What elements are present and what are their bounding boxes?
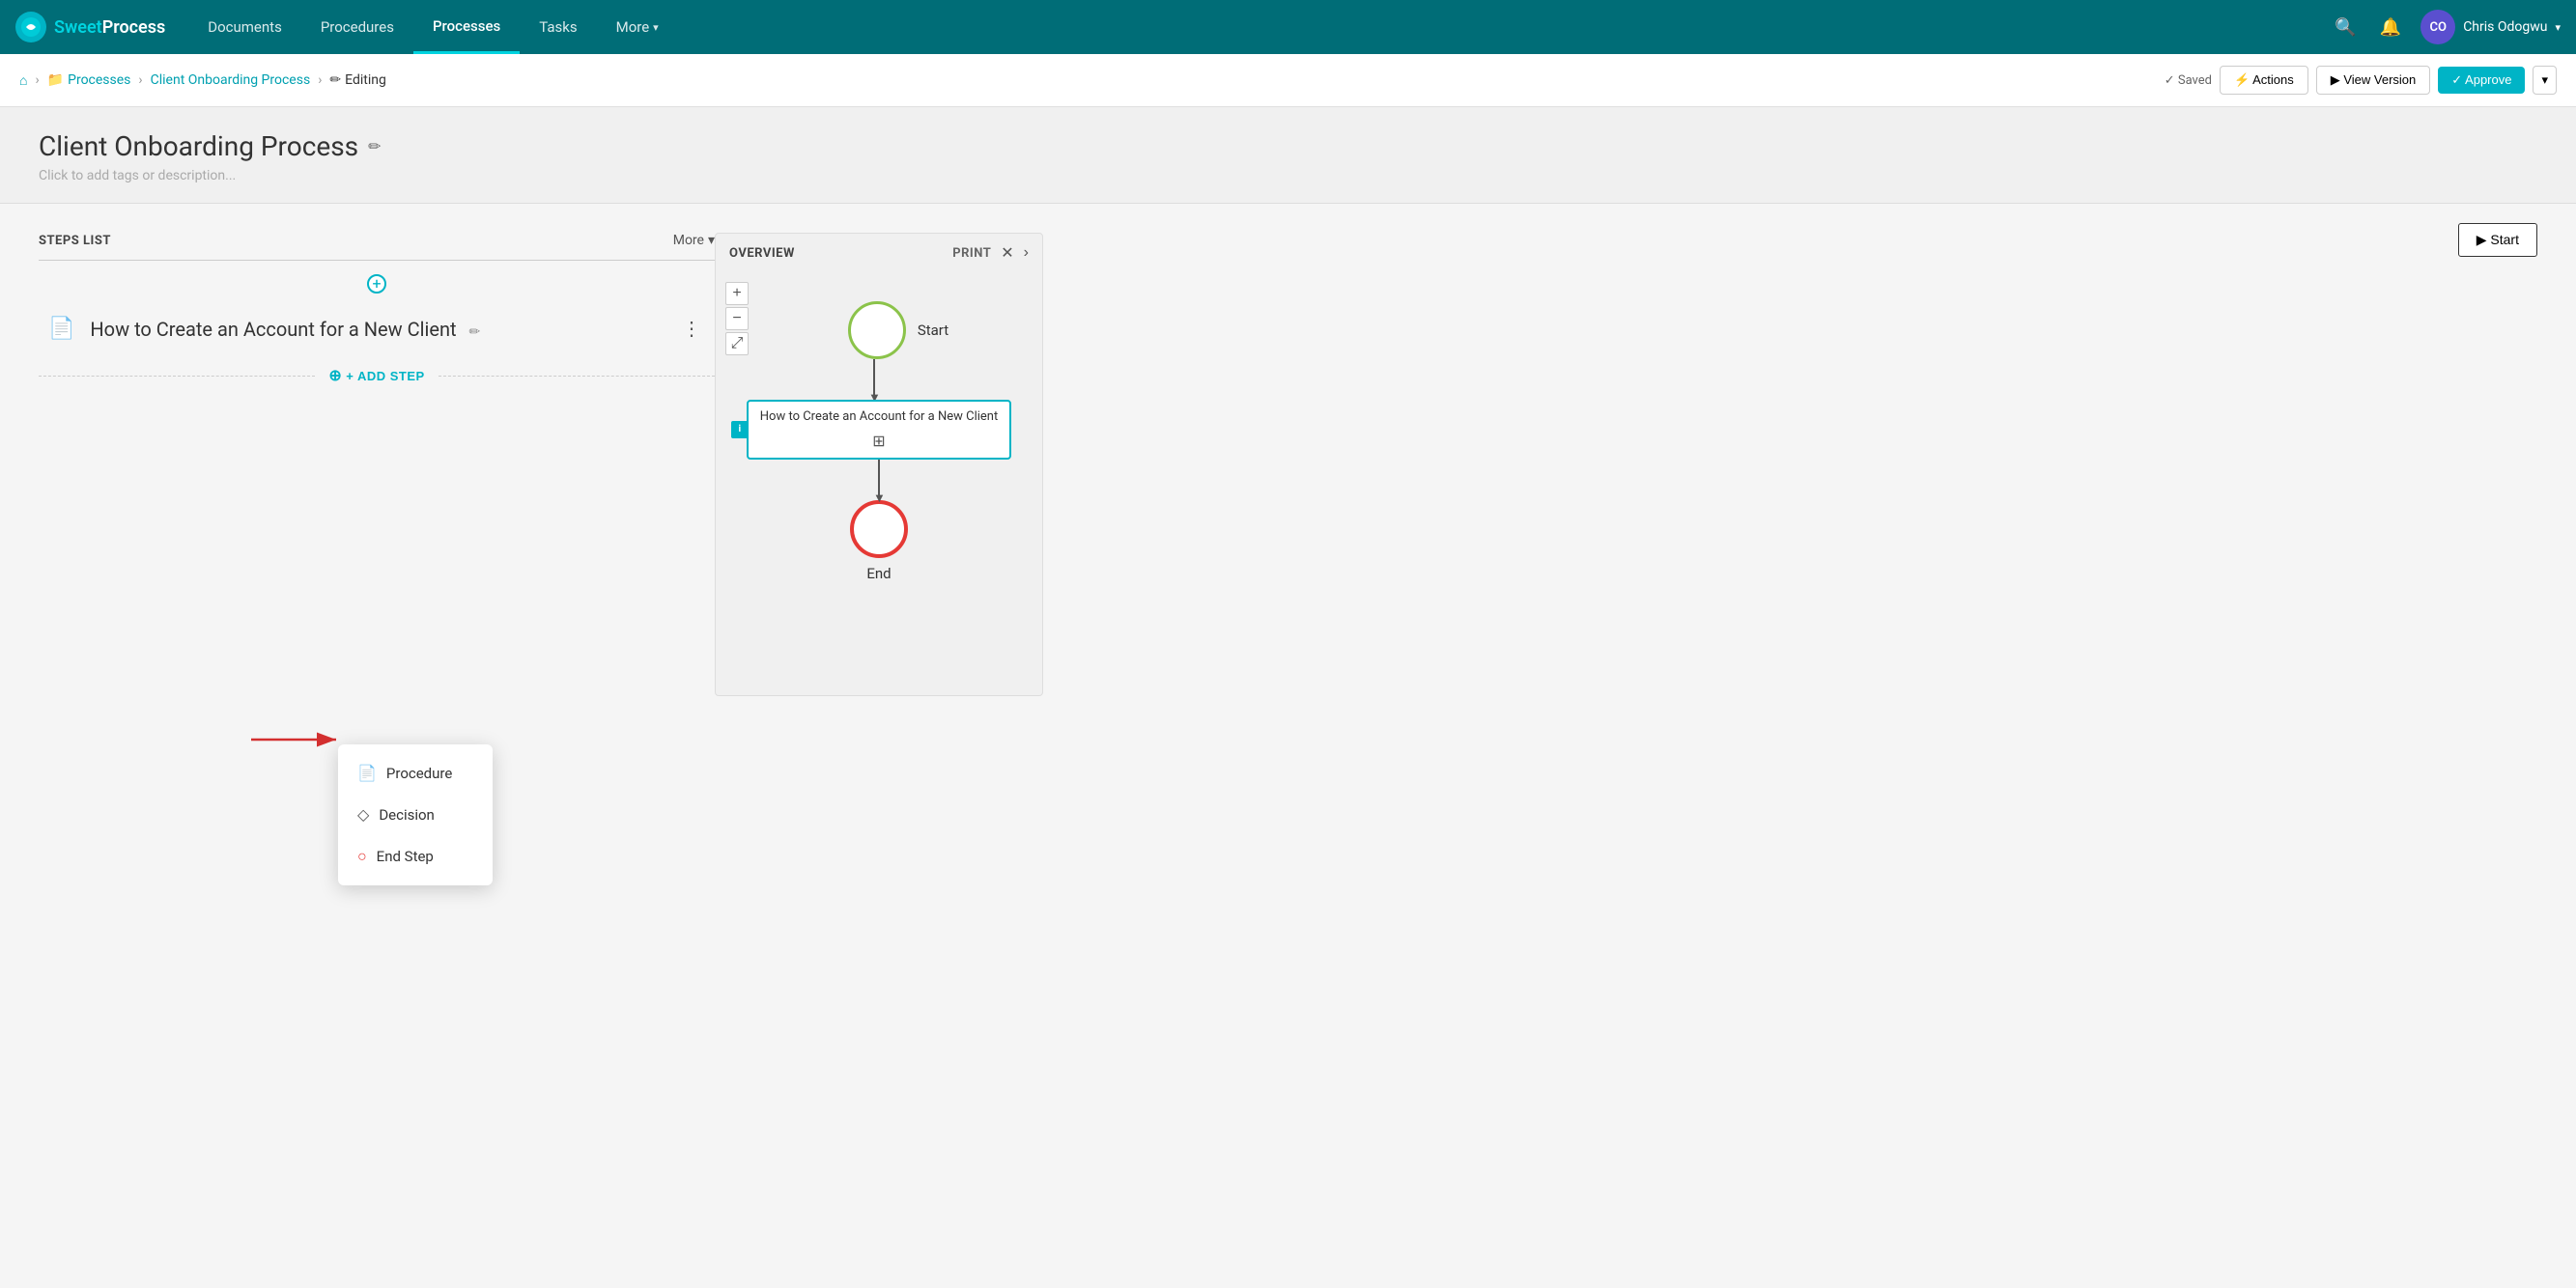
add-step-label-row: ⊕ + ADD STEP — [39, 358, 715, 393]
step-document-icon: 📄 — [48, 317, 74, 341]
flow-start-node — [848, 301, 906, 359]
logo-text: SweetProcess — [54, 17, 165, 38]
logo[interactable]: SweetProcess — [15, 12, 165, 42]
decision-icon: ◇ — [357, 805, 369, 824]
user-menu[interactable]: CO Chris Odogwu ▾ — [2420, 10, 2561, 44]
overview-panel: OVERVIEW print ✕ › + − ⤢ Start ▼ — [715, 233, 1043, 696]
add-step-top: + — [39, 268, 715, 299]
logo-icon — [15, 12, 46, 42]
process-name-link[interactable]: Client Onboarding Process — [151, 72, 311, 88]
red-arrow-indicator — [251, 720, 348, 763]
divider — [39, 260, 715, 261]
sep3: › — [318, 72, 322, 88]
user-name: Chris Odogwu — [2463, 19, 2547, 35]
title-edit-icon[interactable]: ✏ — [368, 137, 381, 155]
end-step-label: End Step — [377, 848, 434, 865]
main-header: Client Onboarding Process ✏ Click to add… — [0, 107, 2576, 204]
approve-dropdown-button[interactable]: ▾ — [2533, 66, 2557, 95]
breadcrumb-actions: ✓ Saved ⚡ Actions ▶ View Version ✓ Appro… — [2165, 66, 2557, 95]
breadcrumb: ⌂ › 📁Processes › Client Onboarding Proce… — [0, 54, 2576, 107]
overview-expand-button[interactable]: › — [1024, 244, 1029, 262]
print-button[interactable]: print — [952, 246, 991, 261]
nav-more[interactable]: More ▾ — [597, 0, 678, 54]
saved-status: ✓ Saved — [2165, 73, 2212, 88]
zoom-out-button[interactable]: − — [725, 307, 749, 330]
overview-close-button[interactable]: ✕ — [1001, 243, 1013, 263]
sep2: › — [138, 72, 142, 88]
dropdown-decision[interactable]: ◇ Decision — [338, 794, 493, 835]
nav-actions: 🔍 🔔 CO Chris Odogwu ▾ — [2331, 10, 2561, 44]
actions-button[interactable]: ⚡ Actions — [2220, 66, 2308, 95]
flow-start-label: Start — [918, 322, 948, 339]
nav-links: Documents Procedures Processes Tasks Mor… — [188, 0, 2331, 54]
steps-panel: STEPS LIST More ▾ + 📄 How to Create an A… — [39, 233, 715, 696]
home-link[interactable]: ⌂ — [19, 72, 27, 89]
steps-list-title: STEPS LIST — [39, 234, 111, 248]
chevron-down-icon: ▾ — [708, 233, 715, 248]
chevron-down-icon: ▾ — [2555, 21, 2561, 34]
end-step-icon: ○ — [357, 847, 367, 866]
step-edit-icon[interactable]: ✏ — [469, 324, 481, 340]
add-step-circle-top[interactable]: + — [367, 274, 386, 294]
add-step-dropdown: 📄 Procedure ◇ Decision ○ End Step — [338, 744, 493, 885]
flow-step-node[interactable]: How to Create an Account for a New Clien… — [747, 400, 1011, 460]
zoom-controls: + − ⤢ — [725, 282, 749, 355]
dropdown-end-step[interactable]: ○ End Step — [338, 835, 493, 878]
nav-documents[interactable]: Documents — [188, 0, 301, 54]
overview-actions: print ✕ › — [952, 243, 1029, 263]
steps-more-button[interactable]: More ▾ — [673, 233, 715, 248]
avatar: CO — [2420, 10, 2455, 44]
view-version-button[interactable]: ▶ View Version — [2316, 66, 2431, 95]
flow-end-node — [850, 500, 908, 558]
nav-processes[interactable]: Processes — [413, 0, 520, 54]
add-step-button[interactable]: ⊕ + ADD STEP — [315, 362, 438, 389]
navbar: SweetProcess Documents Procedures Proces… — [0, 0, 2576, 54]
fit-button[interactable]: ⤢ — [725, 332, 749, 355]
decision-label: Decision — [379, 806, 435, 824]
step-expand-icon: ⊞ — [760, 432, 998, 450]
breadcrumb-current: ✏Editing — [329, 72, 385, 88]
procedure-label: Procedure — [386, 765, 452, 782]
overview-title: OVERVIEW — [729, 246, 795, 261]
step-name: How to Create an Account for a New Clien… — [90, 318, 663, 341]
overview-header: OVERVIEW print ✕ › — [716, 234, 1042, 272]
nav-procedures[interactable]: Procedures — [301, 0, 413, 54]
nav-tasks[interactable]: Tasks — [520, 0, 596, 54]
steps-header: STEPS LIST More ▾ — [39, 233, 715, 248]
dropdown-procedure[interactable]: 📄 Procedure — [338, 752, 493, 794]
step-menu-button[interactable]: ⋮ — [678, 313, 705, 345]
approve-button[interactable]: ✓ Approve — [2438, 67, 2525, 94]
content-area: STEPS LIST More ▾ + 📄 How to Create an A… — [0, 204, 2576, 725]
processes-link[interactable]: 📁Processes — [47, 72, 131, 88]
flow-step-label: How to Create an Account for a New Clien… — [760, 409, 998, 426]
zoom-in-button[interactable]: + — [725, 282, 749, 305]
search-button[interactable]: 🔍 — [2331, 14, 2360, 42]
notification-button[interactable]: 🔔 — [2376, 14, 2405, 42]
sep: › — [35, 72, 39, 88]
description-placeholder[interactable]: Click to add tags or description... — [39, 168, 2537, 183]
procedure-icon: 📄 — [357, 764, 377, 782]
flow-end-label: End — [866, 565, 891, 582]
step-item: 📄 How to Create an Account for a New Cli… — [39, 299, 715, 358]
chevron-down-icon: ▾ — [653, 21, 659, 34]
page-title: Client Onboarding Process ✏ — [39, 130, 2537, 162]
